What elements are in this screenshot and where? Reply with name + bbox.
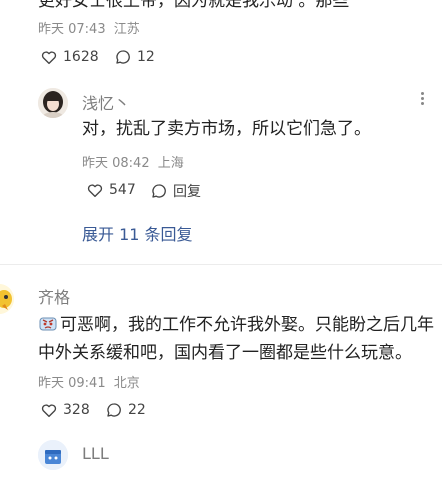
reply-count: 22 bbox=[128, 402, 146, 418]
reply-username[interactable]: 浅忆丶 bbox=[82, 90, 130, 114]
comment-meta: 昨天 09:41 北京 bbox=[38, 372, 140, 391]
reply-button[interactable]: 12 bbox=[114, 48, 155, 66]
heart-icon bbox=[41, 404, 57, 418]
avatar[interactable] bbox=[38, 88, 68, 118]
like-count: 1628 bbox=[63, 49, 99, 65]
comment-time: 昨天 07:43 bbox=[38, 22, 106, 37]
reply-like-count: 547 bbox=[109, 182, 136, 198]
user-avatar-image bbox=[38, 440, 68, 470]
comment-bubble-icon bbox=[116, 50, 130, 64]
comment-username[interactable]: 齐格 bbox=[38, 284, 70, 308]
comment-text-line1: 可恶啊，我的工作不允许我外娶。只能盼之后几年 bbox=[38, 311, 434, 342]
like-count: 328 bbox=[63, 402, 90, 418]
reply-reply-label: 回复 bbox=[173, 184, 201, 200]
divider bbox=[0, 264, 442, 265]
user-avatar-image bbox=[38, 88, 68, 118]
reply-time: 昨天 08:42 bbox=[82, 156, 150, 171]
user-avatar-image bbox=[0, 284, 14, 314]
comment-body-cut: 更好女士很上帝，因为就是我乐动 。那些 bbox=[38, 0, 350, 11]
more-options-icon[interactable] bbox=[421, 92, 425, 106]
comment-time: 昨天 09:41 bbox=[38, 376, 106, 391]
heart-icon bbox=[41, 51, 57, 65]
comment-location: 江苏 bbox=[113, 22, 140, 37]
comment-text-line2: 中外关系缓和吧，国内看了一圈都是些什么玩意。 bbox=[38, 343, 412, 363]
comment-bubble-icon bbox=[152, 184, 166, 198]
expand-replies-link[interactable]: 展开 11 条回复 bbox=[82, 221, 193, 245]
reply-username[interactable]: LLL bbox=[82, 444, 109, 463]
comment-text: 可恶啊，我的工作不允许我外娶。只能盼之后几年 bbox=[60, 315, 434, 335]
comment-bubble-icon bbox=[107, 403, 121, 417]
reply-text: 对，扰乱了卖方市场，所以它们急了。 bbox=[82, 119, 371, 139]
like-button[interactable]: 1628 bbox=[40, 48, 99, 66]
avatar[interactable] bbox=[0, 284, 14, 314]
like-button[interactable]: 328 bbox=[40, 401, 90, 419]
reply-button[interactable]: 22 bbox=[105, 401, 146, 419]
comment-location: 北京 bbox=[113, 376, 140, 391]
avatar[interactable] bbox=[38, 440, 68, 470]
comment-meta: 昨天 07:43 江苏 bbox=[38, 18, 140, 37]
angry-face-icon bbox=[38, 313, 58, 342]
reply-meta: 昨天 08:42 上海 bbox=[82, 152, 184, 171]
reply-like-button[interactable]: 547 bbox=[86, 181, 136, 199]
reply-location: 上海 bbox=[157, 156, 184, 171]
reply-count: 12 bbox=[137, 49, 155, 65]
heart-icon bbox=[87, 184, 103, 198]
reply-reply-button[interactable]: 回复 bbox=[150, 181, 201, 201]
